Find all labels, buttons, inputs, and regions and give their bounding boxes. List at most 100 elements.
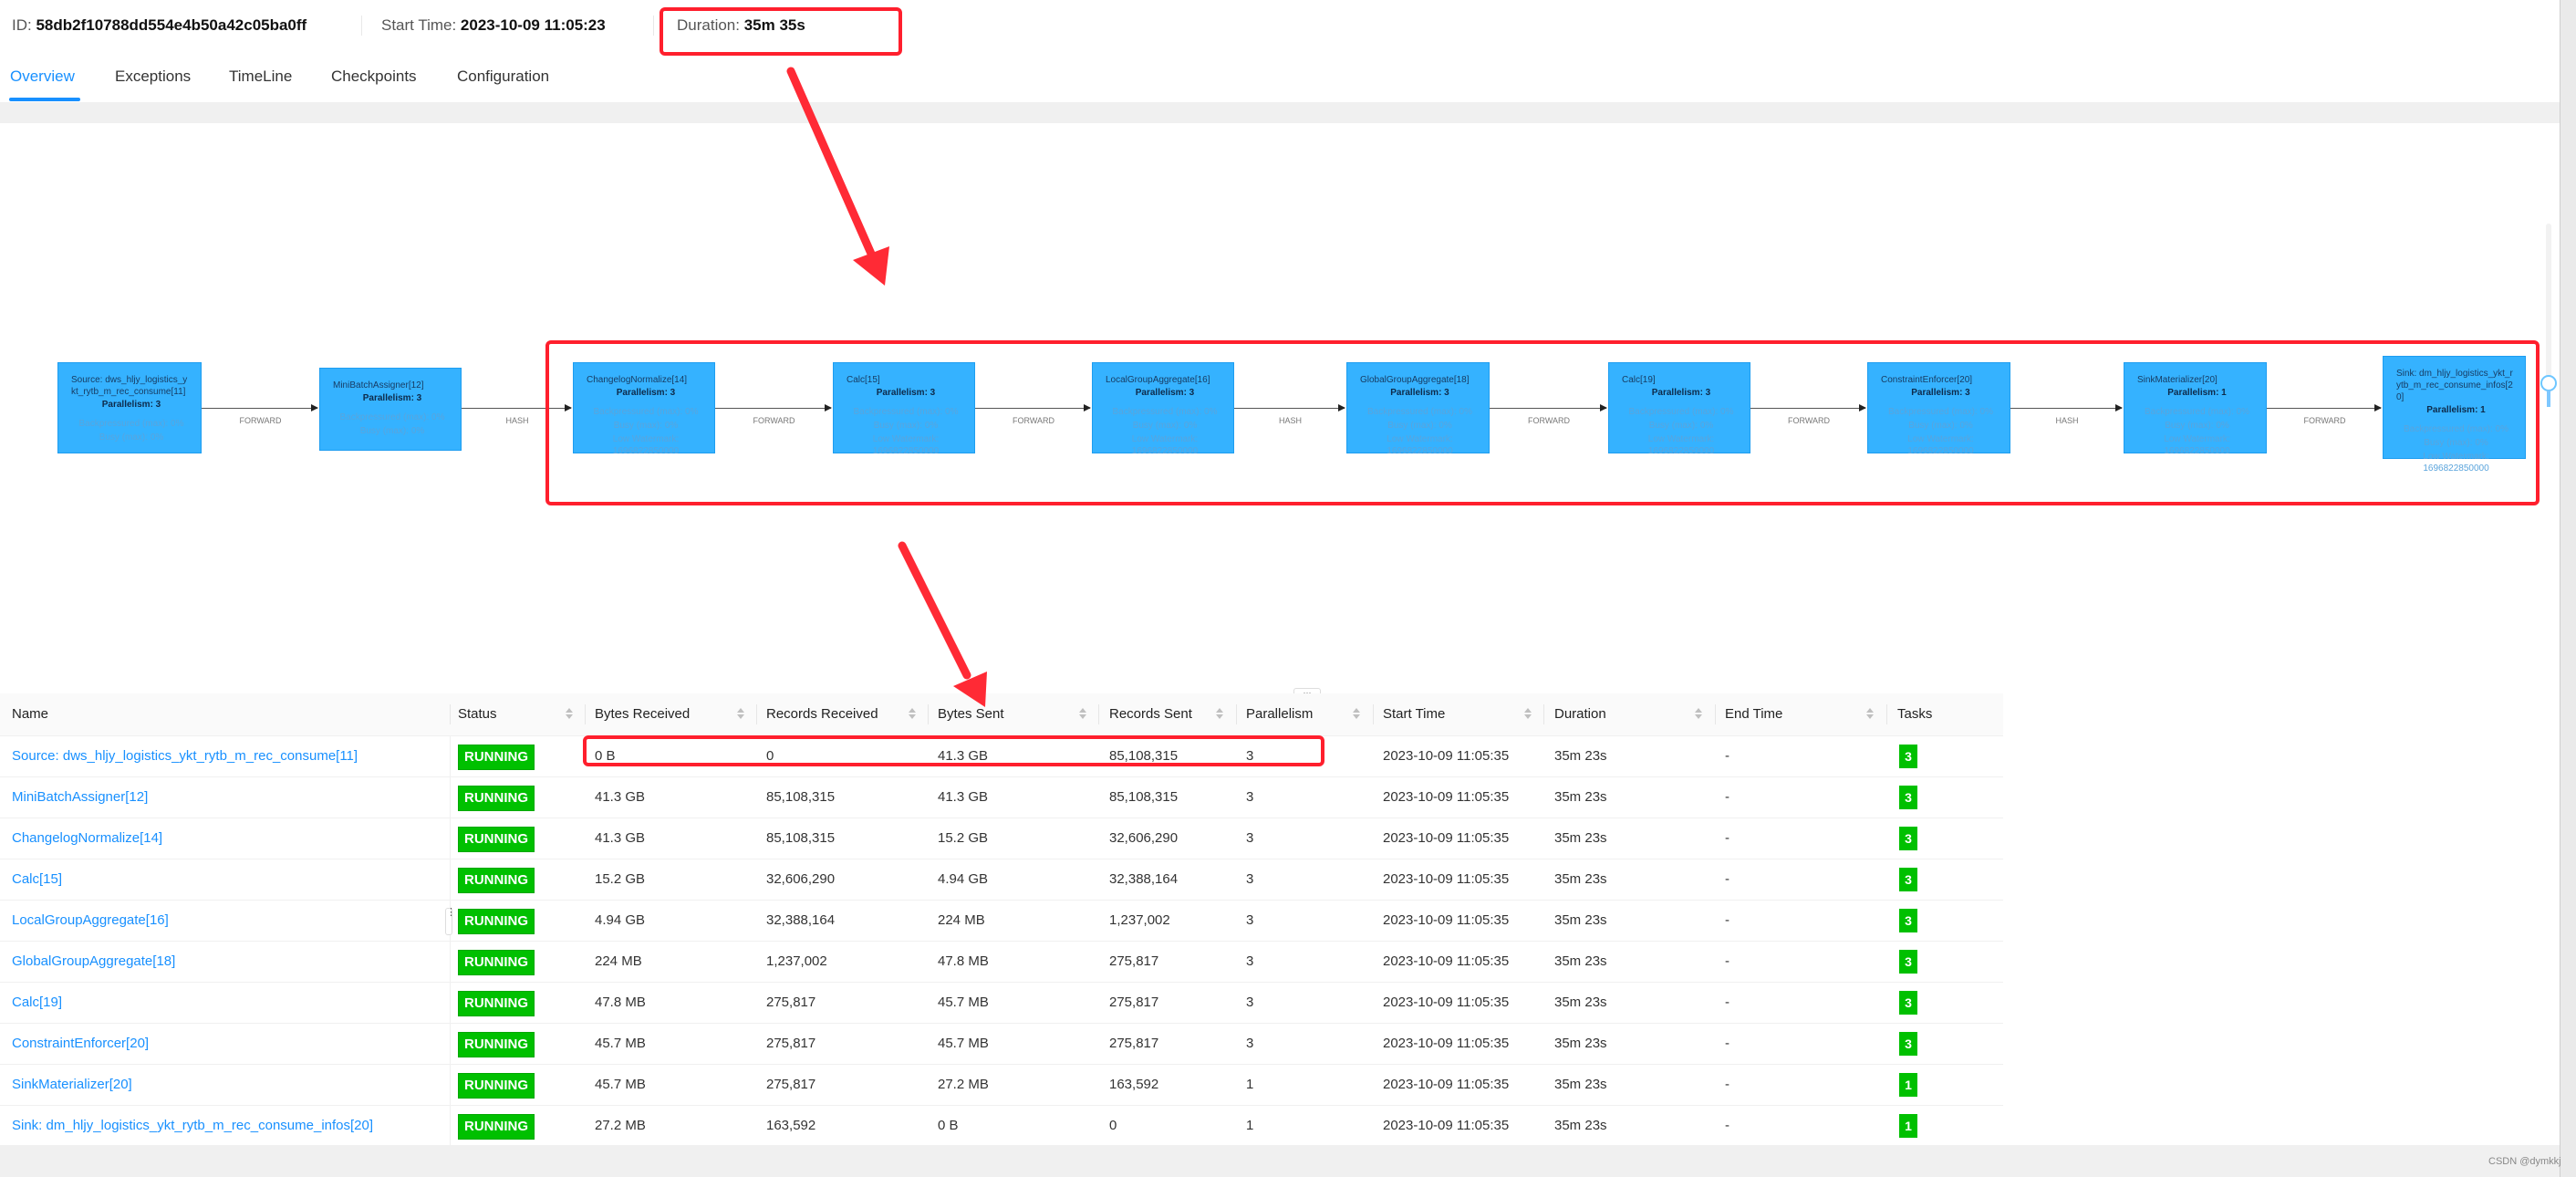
tab-exceptions[interactable]: Exceptions [115,68,191,86]
vertex-name-link[interactable]: Calc[19] [12,983,62,1023]
sort-icon[interactable] [1695,708,1702,721]
tasks-badge[interactable]: 1 [1899,1114,1917,1138]
column-header-records-received[interactable]: Records Received [766,693,878,735]
table-row[interactable]: GlobalGroupAggregate[18] RUNNING 224 MB 1,2… [0,942,2003,983]
status-badge: RUNNING [458,1114,535,1140]
vertex-name-link[interactable]: Source: dws_hljy_logistics_ykt_rytb_m_re… [12,736,358,776]
table-row[interactable]: SinkMaterializer[20] RUNNING 45.7 MB 275,81… [0,1065,2003,1106]
cell-records-received: 32,388,164 [766,912,836,928]
graph-zoom-slider[interactable] [2546,224,2551,392]
column-header-name: Name [12,706,49,722]
section-divider [0,102,2560,123]
table-row[interactable]: ConstraintEnforcer[20] RUNNING 45.7 MB 275,… [0,1024,2003,1065]
column-separator [450,983,451,1023]
column-separator [1098,704,1099,724]
vertex-name-link[interactable]: GlobalGroupAggregate[18] [12,942,175,982]
cell-records-sent: 0 [1109,1118,1117,1133]
tasks-badge[interactable]: 3 [1899,786,1917,809]
table-row[interactable]: Calc[19] RUNNING 47.8 MB 275,817 45.7 MB 275,… [0,983,2003,1024]
vertex-name-link[interactable]: Calc[15] [12,859,62,900]
vertex-name-link[interactable]: MiniBatchAssigner[12] [12,777,148,818]
column-header-bytes-sent[interactable]: Bytes Sent [938,693,1004,735]
column-header-records-sent[interactable]: Records Sent [1109,693,1192,735]
sort-icon[interactable] [737,708,744,721]
cell-start-time: 2023-10-09 11:05:35 [1383,1077,1510,1092]
table-row[interactable]: LocalGroupAggregate[16] ⋮ RUNNING 4.94 GB 32… [0,901,2003,942]
table-row[interactable]: Calc[15] RUNNING 15.2 GB 32,606,290 4.94 GB 3… [0,859,2003,901]
status-badge: RUNNING [458,827,535,852]
sort-icon[interactable] [1524,708,1532,721]
sort-icon[interactable] [909,708,916,721]
graph-node[interactable]: MiniBatchAssigner[12] Parallelism: 3 Backp… [319,368,462,451]
cell-records-received: 163,592 [766,1118,816,1133]
tasks-badge[interactable]: 3 [1899,950,1917,974]
table-row[interactable]: MiniBatchAssigner[12] RUNNING 41.3 GB 85,10… [0,777,2003,818]
cell-records-received: 275,817 [766,995,816,1010]
vertex-name-link[interactable]: ChangelogNormalize[14] [12,818,162,859]
tasks-badge[interactable]: 3 [1899,991,1917,1015]
cell-records-received: 1,237,002 [766,953,827,969]
cell-records-sent: 32,606,290 [1109,830,1179,846]
tab-configuration[interactable]: Configuration [457,68,549,86]
cell-records-sent: 275,817 [1109,995,1159,1010]
tasks-badge[interactable]: 3 [1899,909,1917,932]
column-header-start-time[interactable]: Start Time [1383,693,1445,735]
tasks-badge[interactable]: 3 [1899,827,1917,850]
vertex-name-link[interactable]: Sink: dm_hljy_logistics_ykt_rytb_m_rec_c… [12,1106,373,1146]
column-separator [450,1065,451,1105]
status-badge: RUNNING [458,1073,535,1099]
column-separator [450,777,451,818]
sort-icon[interactable] [1353,708,1360,721]
cell-start-time: 2023-10-09 11:05:35 [1383,953,1510,969]
sort-icon[interactable] [1866,708,1874,721]
vertex-name-link[interactable]: LocalGroupAggregate[16] [12,901,169,941]
column-separator [1373,704,1374,724]
table-row[interactable]: ChangelogNormalize[14] RUNNING 41.3 GB 85,1… [0,818,2003,859]
cell-end-time: - [1725,1077,1729,1092]
column-separator [450,736,451,776]
cell-records-received: 32,606,290 [766,871,836,887]
cell-parallelism: 1 [1246,1118,1254,1133]
vertex-name-link[interactable]: ConstraintEnforcer[20] [12,1024,149,1064]
tasks-badge[interactable]: 3 [1899,1032,1917,1056]
status-badge: RUNNING [458,950,535,975]
column-header-end-time[interactable]: End Time [1725,693,1782,735]
column-separator [1543,704,1544,724]
column-separator [756,704,757,724]
column-separator [1715,704,1716,724]
column-header-parallelism[interactable]: Parallelism [1246,693,1313,735]
tab-timeline[interactable]: TimeLine [229,68,292,86]
status-badge: RUNNING [458,909,535,934]
tasks-badge[interactable]: 1 [1899,1073,1917,1097]
tab-overview[interactable]: Overview [10,68,75,86]
job-id: ID: 58db2f10788dd554e4b50a42c05ba0ff [12,16,306,35]
cell-records-sent: 275,817 [1109,953,1159,969]
cell-start-time: 2023-10-09 11:05:35 [1383,1036,1510,1051]
sort-icon[interactable] [1216,708,1223,721]
cell-end-time: - [1725,995,1729,1010]
table-row[interactable]: Sink: dm_hljy_logistics_ykt_rytb_m_rec_c… [0,1106,2003,1147]
status-badge: RUNNING [458,1032,535,1057]
cell-parallelism: 1 [1246,1077,1254,1092]
tasks-badge[interactable]: 3 [1899,745,1917,768]
column-header-status[interactable]: Status [458,693,497,735]
graph-node-parallelism: Parallelism: 3 [101,400,161,410]
graph-zoom-handle[interactable] [2540,375,2557,391]
column-header-duration[interactable]: Duration [1554,693,1606,735]
column-header-bytes-received[interactable]: Bytes Received [595,693,690,735]
column-resize-handle[interactable]: ⋮ [445,908,456,935]
cell-end-time: - [1725,830,1729,846]
sort-icon[interactable] [1079,708,1086,721]
cell-start-time: 2023-10-09 11:05:35 [1383,830,1510,846]
cell-bytes-received: 15.2 GB [595,871,646,887]
sort-icon[interactable] [566,708,573,721]
cell-duration: 35m 23s [1554,830,1607,846]
tab-checkpoints[interactable]: Checkpoints [331,68,417,86]
tasks-badge[interactable]: 3 [1899,868,1917,891]
cell-parallelism: 3 [1246,789,1254,805]
cell-parallelism: 3 [1246,871,1254,887]
status-badge: RUNNING [458,868,535,893]
graph-node[interactable]: Source: dws_hljy_logistics_ykt_rytb_m_re… [57,362,202,453]
vertex-name-link[interactable]: SinkMaterializer[20] [12,1065,132,1105]
column-separator [450,859,451,900]
